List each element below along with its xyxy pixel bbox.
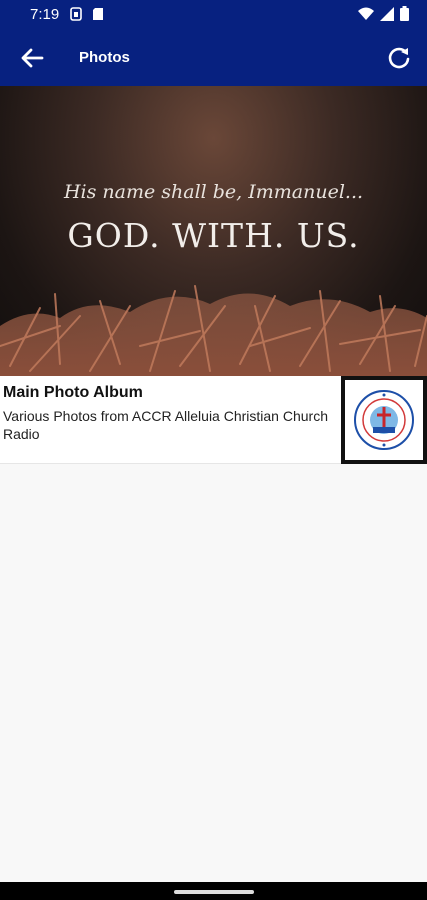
straw-illustration [0, 285, 427, 376]
signal-icon [380, 6, 394, 21]
home-gesture-handle[interactable] [174, 890, 254, 894]
page-title: Photos [79, 49, 130, 66]
system-nav-bar [0, 882, 427, 900]
album-title: Main Photo Album [3, 384, 143, 401]
sim-icon [70, 7, 82, 21]
banner-subtitle: His name shall be, Immanuel... [63, 181, 364, 203]
album-list-item[interactable]: Main Photo Album Various Photos from ACC… [0, 376, 427, 464]
banner-image: His name shall be, Immanuel... GOD. WITH… [0, 86, 427, 376]
church-radio-logo [354, 390, 414, 450]
app-bar: Photos [0, 30, 427, 86]
sd-card-icon [93, 8, 103, 20]
refresh-icon[interactable] [385, 44, 413, 72]
album-description: Various Photos from ACCR Alleluia Christ… [3, 408, 328, 442]
battery-icon [400, 6, 409, 21]
status-time: 7:19 [30, 6, 60, 23]
album-thumbnail[interactable] [341, 376, 427, 464]
back-arrow-icon[interactable] [18, 44, 46, 72]
status-bar: 7:19 [0, 0, 427, 30]
wifi-icon [358, 7, 374, 20]
